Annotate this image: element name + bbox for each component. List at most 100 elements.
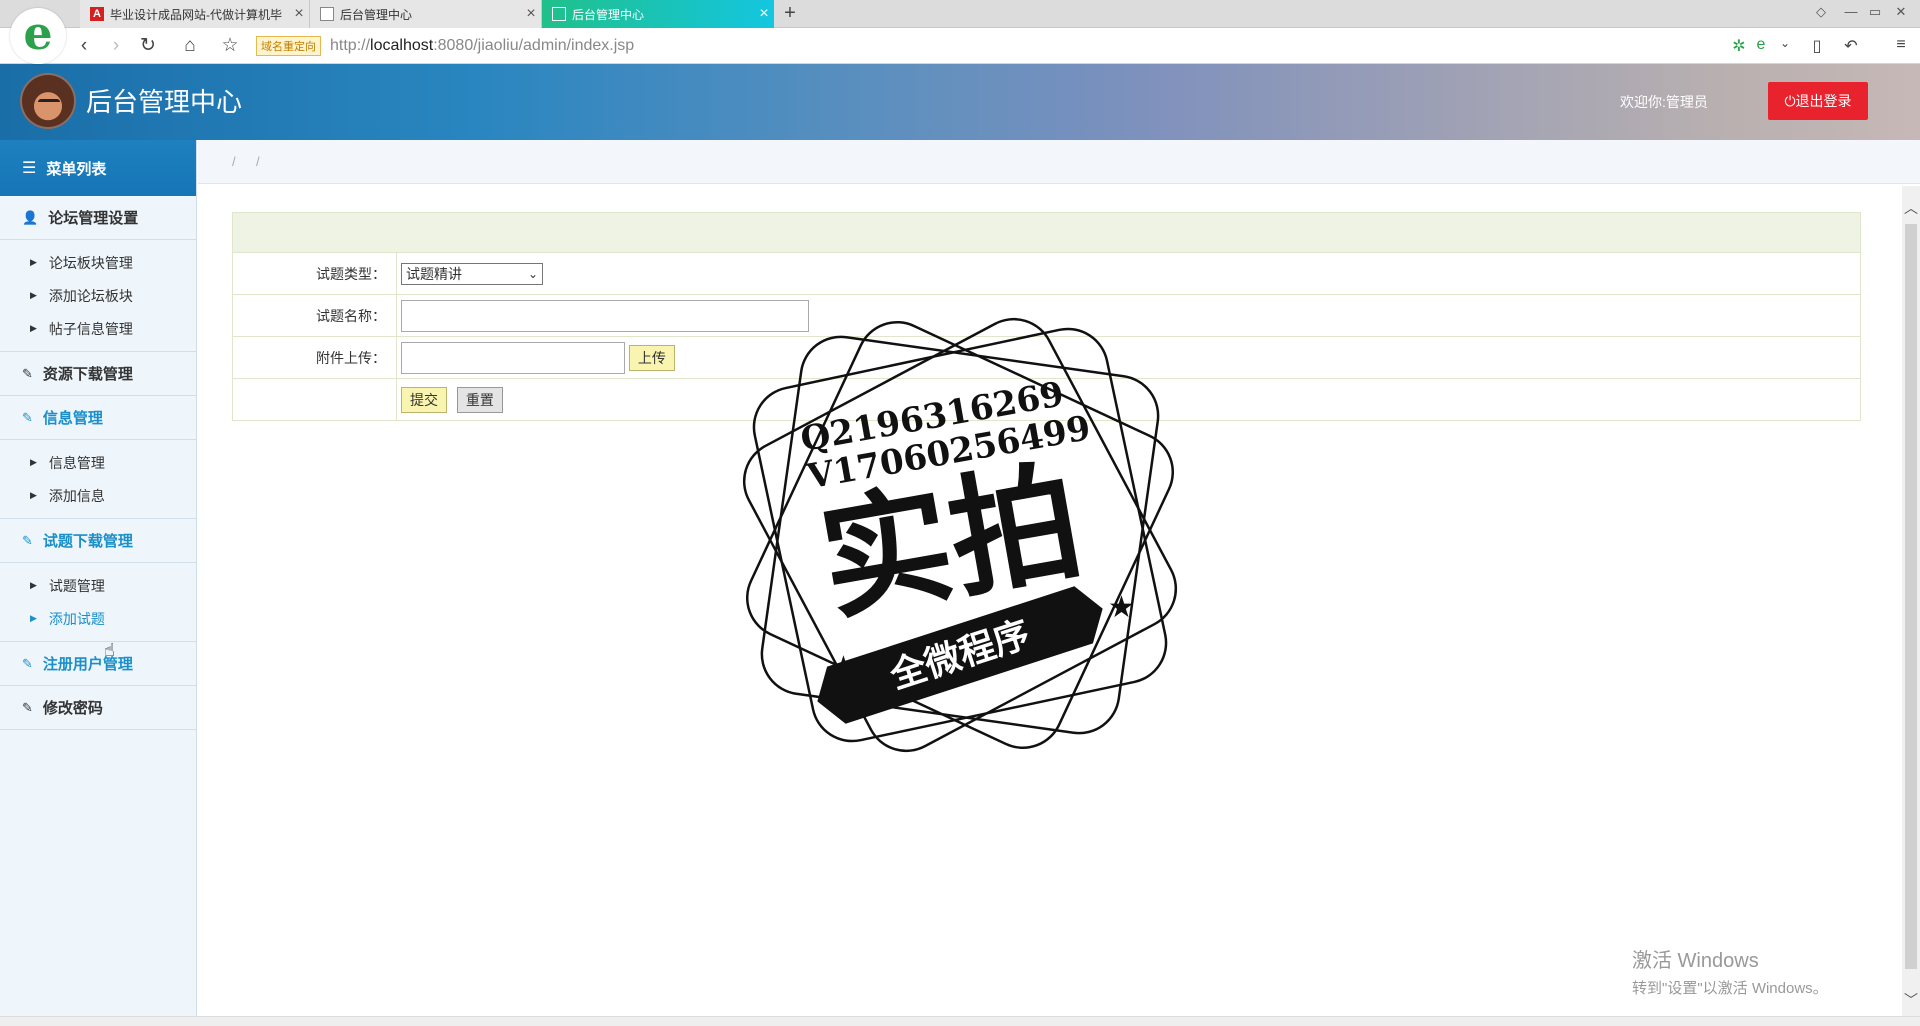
ie-icon[interactable]: e xyxy=(1750,36,1772,54)
sidebar-item-label: 信息管理 xyxy=(48,454,105,471)
back-icon[interactable]: ‹ xyxy=(72,34,96,58)
refresh-icon[interactable]: ↻ xyxy=(136,34,160,58)
type-select[interactable]: 试题精讲 ⌄ xyxy=(401,262,543,285)
menu-title: 菜单列表 xyxy=(46,160,107,178)
type-select-value: 试题精讲 xyxy=(406,265,462,282)
attachment-field[interactable] xyxy=(401,341,625,374)
page-title: 后台管理中心 xyxy=(86,87,243,117)
sidebar-item-label: 试题管理 xyxy=(48,577,105,594)
mouse-cursor-icon: ☝ xyxy=(104,640,115,660)
sidebar-item-info-manage[interactable]: ▶ 信息管理 xyxy=(0,446,196,479)
close-icon[interactable]: × xyxy=(289,5,309,23)
shirt-icon[interactable]: ◇ xyxy=(1812,4,1830,20)
page-icon xyxy=(552,7,566,21)
section-label: 信息管理 xyxy=(42,410,103,427)
new-tab-button[interactable]: + xyxy=(780,2,800,25)
sidebar-item-exam-manage[interactable]: ▶ 试题管理 xyxy=(0,569,196,602)
close-icon[interactable]: × xyxy=(521,5,541,23)
section-label: 注册用户管理 xyxy=(42,656,133,673)
submit-button[interactable]: 提交 xyxy=(401,386,447,413)
edit-icon: ✎ xyxy=(22,365,33,381)
section-label: 论坛管理设置 xyxy=(48,210,139,227)
sidebar-item-label: 添加试题 xyxy=(48,610,105,627)
chevron-down-icon: ⌄ xyxy=(527,266,538,281)
add-exam-form: 试题类型： 试题精讲 ⌄ 试题名称： 附件上传： 上传 提交 重置 xyxy=(232,212,1861,421)
attach-label: 附件上传： xyxy=(232,336,397,379)
sidebar-section-info[interactable]: ✎ 信息管理 xyxy=(0,396,196,440)
star-icon[interactable]: ☆ xyxy=(218,34,242,58)
watermark-line2: V1706025649​9 xyxy=(803,408,1093,497)
page-icon xyxy=(320,7,334,21)
user-icon: 👤 xyxy=(22,209,39,225)
name-input[interactable] xyxy=(401,299,809,332)
edit-icon: ✎ xyxy=(22,409,33,425)
form-header-row xyxy=(232,212,1861,253)
list-icon: ☰ xyxy=(22,160,37,177)
caret-right-icon: ▶ xyxy=(30,613,37,623)
url-field[interactable]: http://localhost:8080/jiaoliu/admin/inde… xyxy=(330,36,634,56)
type-label: 试题类型： xyxy=(232,252,397,295)
maximize-button[interactable]: ▭ xyxy=(1866,4,1884,20)
sidebar-item-label: 添加信息 xyxy=(48,487,105,504)
sidebar-section-exams[interactable]: ✎ 试题下载管理 xyxy=(0,519,196,563)
tab-title: 毕业设计成品网站-代做计算机毕 xyxy=(110,7,282,22)
sidebar-section-password[interactable]: ✎ 修改密码 xyxy=(0,686,196,730)
sidebar-item-forum-board[interactable]: ▶ 论坛板块管理 xyxy=(0,246,196,279)
home-icon[interactable]: ⌂ xyxy=(178,34,202,58)
section-label: 资源下载管理 xyxy=(42,366,133,383)
menu-header: ☰ 菜单列表 xyxy=(0,140,196,196)
browser-tab-2[interactable]: 后台管理中心 × xyxy=(310,0,542,28)
sidebar-subitems-exams: ▶ 试题管理 ▶ 添加试题 xyxy=(0,563,196,642)
gear-icon[interactable]: ✲ xyxy=(1728,36,1750,56)
tab-title: 后台管理中心 xyxy=(340,7,413,22)
scroll-thumb[interactable] xyxy=(1905,224,1917,969)
breadcrumb: / / xyxy=(198,140,1920,184)
menu-icon[interactable]: ≡ xyxy=(1890,36,1912,54)
edit-icon: ✎ xyxy=(22,655,33,671)
windows-activation-title: 激活 Windows xyxy=(1632,950,1759,972)
breadcrumb-separator: / xyxy=(256,154,260,169)
window-close-button[interactable]: ✕ xyxy=(1892,4,1910,20)
caret-right-icon: ▶ xyxy=(30,490,37,500)
form-row-name: 试题名称： xyxy=(232,294,1861,337)
sidebar-item-add-board[interactable]: ▶ 添加论坛板块 xyxy=(0,279,196,312)
logout-button[interactable]: ⏻退出登录 xyxy=(1768,82,1868,120)
caret-right-icon: ▶ xyxy=(30,257,37,267)
chevron-down-icon[interactable]: ⌄ xyxy=(1774,36,1796,50)
browser-tab-3-active[interactable]: 后台管理中心 × xyxy=(542,0,774,28)
watermark-big: 实拍 xyxy=(810,444,1092,639)
redirect-badge: 域名重定向 xyxy=(256,36,321,56)
reset-button[interactable]: 重置 xyxy=(456,386,503,413)
undo-icon[interactable]: ↶ xyxy=(1840,36,1862,56)
address-bar: ‹ › ↻ ⌂ ☆ 域名重定向 http://localhost:8080/ji… xyxy=(0,28,1920,64)
sidebar-subitems-info: ▶ 信息管理 ▶ 添加信息 xyxy=(0,440,196,519)
upload-button[interactable]: 上传 xyxy=(628,344,675,371)
minimize-button[interactable]: — xyxy=(1842,4,1860,19)
sidebar-item-add-exam[interactable]: ▶ 添加试题 xyxy=(0,602,196,635)
browser-tab-1[interactable]: A 毕业设计成品网站-代做计算机毕 × xyxy=(80,0,310,28)
sidebar-item-label: 论坛板块管理 xyxy=(48,254,133,271)
edit-icon: ✎ xyxy=(22,532,33,548)
scroll-up-icon[interactable]: ︿ xyxy=(1902,198,1920,218)
scrollbar[interactable]: ︿ ﹀ xyxy=(1902,186,1920,1016)
scroll-down-icon[interactable]: ﹀ xyxy=(1902,990,1920,1010)
star-icon: ★ xyxy=(1108,591,1135,624)
section-label: 修改密码 xyxy=(42,700,103,717)
sidebar-section-resources[interactable]: ✎ 资源下载管理 xyxy=(0,352,196,396)
sidebar-item-posts[interactable]: ▶ 帖子信息管理 xyxy=(0,312,196,345)
status-bar xyxy=(0,1016,1920,1026)
pdf-icon: A xyxy=(90,7,104,21)
sidebar-section-forum[interactable]: 👤 论坛管理设置 xyxy=(0,196,196,240)
sidebar-item-add-info[interactable]: ▶ 添加信息 xyxy=(0,479,196,512)
watermark-banner: 全微程序 xyxy=(884,613,1035,698)
caret-right-icon: ▶ xyxy=(30,290,37,300)
sidebar-section-users[interactable]: ✎ 注册用户管理 xyxy=(0,642,196,686)
forward-icon[interactable]: › xyxy=(104,34,128,58)
browser-tab-bar: A 毕业设计成品网站-代做计算机毕 × 后台管理中心 × 后台管理中心 × + … xyxy=(0,0,1920,28)
bookmark-icon[interactable]: ▯ xyxy=(1806,36,1828,56)
close-icon[interactable]: × xyxy=(754,5,774,23)
sidebar-subitems-forum: ▶ 论坛板块管理 ▶ 添加论坛板块 ▶ 帖子信息管理 xyxy=(0,240,196,352)
name-label: 试题名称： xyxy=(232,294,397,337)
breadcrumb-separator: / xyxy=(232,154,236,169)
form-row-attach: 附件上传： 上传 xyxy=(232,336,1861,379)
